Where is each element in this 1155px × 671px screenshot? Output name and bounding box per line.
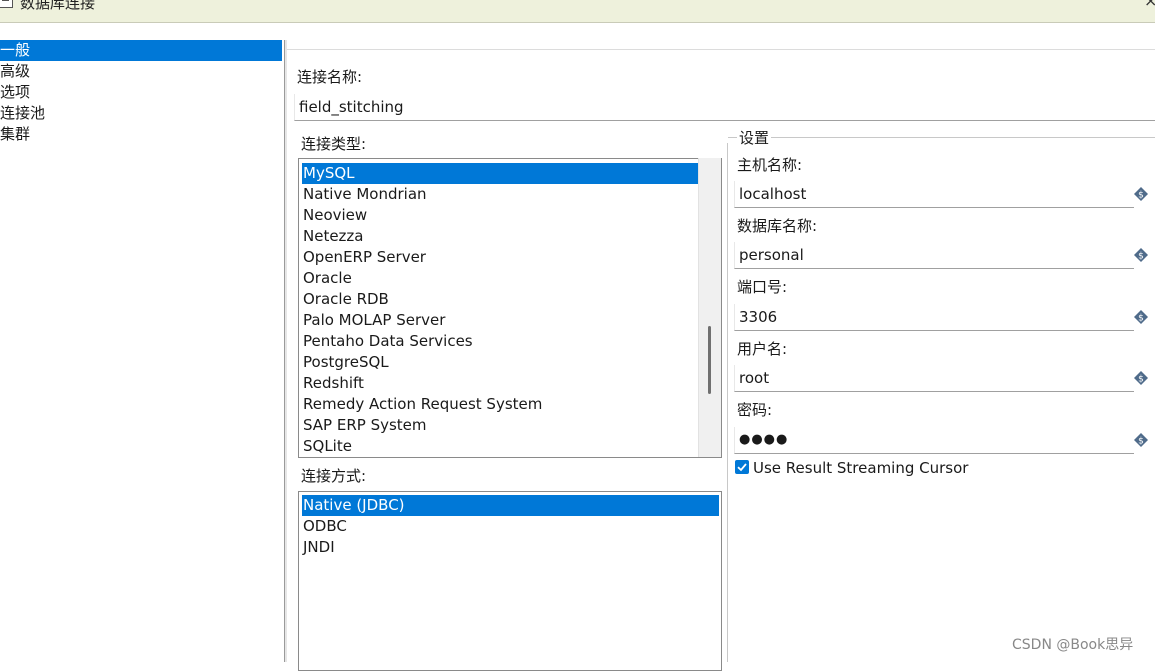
list-item[interactable]: JNDI	[302, 537, 335, 558]
streaming-cursor-checkbox[interactable]	[735, 460, 749, 474]
password-label: 密码:	[737, 401, 773, 419]
list-item[interactable]: OpenERP Server	[302, 247, 426, 268]
variable-icon[interactable]: $	[1134, 187, 1148, 201]
database-input[interactable]: personal	[734, 242, 1134, 269]
connection-type-scrollbar[interactable]	[698, 158, 721, 457]
svg-text:$: $	[1138, 252, 1144, 262]
sidebar-item-pooling[interactable]: 连接池	[0, 103, 282, 124]
connection-type-label: 连接类型:	[301, 135, 367, 153]
access-method-label: 连接方式:	[301, 467, 367, 485]
port-label: 端口号:	[737, 278, 788, 296]
list-item[interactable]: Remedy Action Request System	[302, 394, 542, 415]
connection-name-input[interactable]: field_stitching	[294, 94, 1155, 121]
sidebar-item-general[interactable]: 一般	[0, 40, 282, 61]
list-item[interactable]: SQLite	[302, 436, 352, 457]
divider	[287, 49, 1155, 50]
list-item[interactable]: Neoview	[302, 205, 367, 226]
list-item[interactable]: Redshift	[302, 373, 364, 394]
svg-text:$: $	[1138, 437, 1144, 447]
password-input[interactable]: ●●●●	[734, 427, 1134, 454]
username-input[interactable]: root	[734, 365, 1134, 392]
list-item[interactable]: Netezza	[302, 226, 364, 247]
scrollbar-thumb[interactable]	[708, 326, 711, 394]
sidebar-item-options[interactable]: 选项	[0, 82, 282, 103]
window-title: 数据库连接	[20, 0, 96, 12]
list-item[interactable]: Oracle	[302, 268, 352, 289]
list-item[interactable]: Pentaho Data Services	[302, 331, 473, 352]
settings-group-border	[728, 137, 1155, 138]
window-icon	[0, 0, 13, 8]
list-item[interactable]: Palo MOLAP Server	[302, 310, 445, 331]
variable-icon[interactable]: $	[1134, 310, 1148, 324]
variable-icon[interactable]: $	[1134, 371, 1148, 385]
watermark: CSDN @Book思异	[1012, 637, 1134, 653]
splitter[interactable]	[285, 40, 287, 662]
host-input[interactable]: localhost	[734, 181, 1134, 208]
checkmark-icon	[737, 463, 747, 472]
variable-icon[interactable]: $	[1134, 433, 1148, 447]
host-label: 主机名称:	[737, 156, 803, 174]
list-item[interactable]: Native (JDBC)	[302, 495, 719, 516]
list-item[interactable]: Native Mondrian	[302, 184, 427, 205]
list-item[interactable]: Oracle RDB	[302, 289, 389, 310]
settings-group-title: 设置	[737, 129, 772, 147]
list-item[interactable]: SAP ERP System	[302, 415, 427, 436]
connection-type-list[interactable]: MySQL Native Mondrian Neoview Netezza Op…	[298, 158, 722, 458]
svg-text:$: $	[1138, 314, 1144, 324]
svg-text:$: $	[1138, 375, 1144, 385]
streaming-cursor-label[interactable]: Use Result Streaming Cursor	[753, 459, 968, 477]
svg-text:$: $	[1138, 191, 1144, 201]
close-icon[interactable]: ×	[1144, 0, 1155, 10]
database-label: 数据库名称:	[737, 217, 818, 235]
username-label: 用户名:	[737, 340, 788, 358]
port-input[interactable]: 3306	[734, 304, 1134, 331]
sidebar-nav: 一般 高级 选项 连接池 集群	[0, 40, 285, 662]
sidebar-item-cluster[interactable]: 集群	[0, 124, 282, 145]
variable-icon[interactable]: $	[1134, 248, 1148, 262]
title-bar: 数据库连接 ×	[0, 0, 1155, 23]
settings-group-border	[727, 143, 728, 662]
list-item[interactable]: ODBC	[302, 516, 347, 537]
sidebar-item-advanced[interactable]: 高级	[0, 61, 282, 82]
connection-name-label: 连接名称:	[297, 68, 363, 86]
access-method-list[interactable]: Native (JDBC) ODBC JNDI	[298, 491, 722, 671]
list-item[interactable]: PostgreSQL	[302, 352, 389, 373]
list-item[interactable]: MySQL	[302, 163, 699, 184]
